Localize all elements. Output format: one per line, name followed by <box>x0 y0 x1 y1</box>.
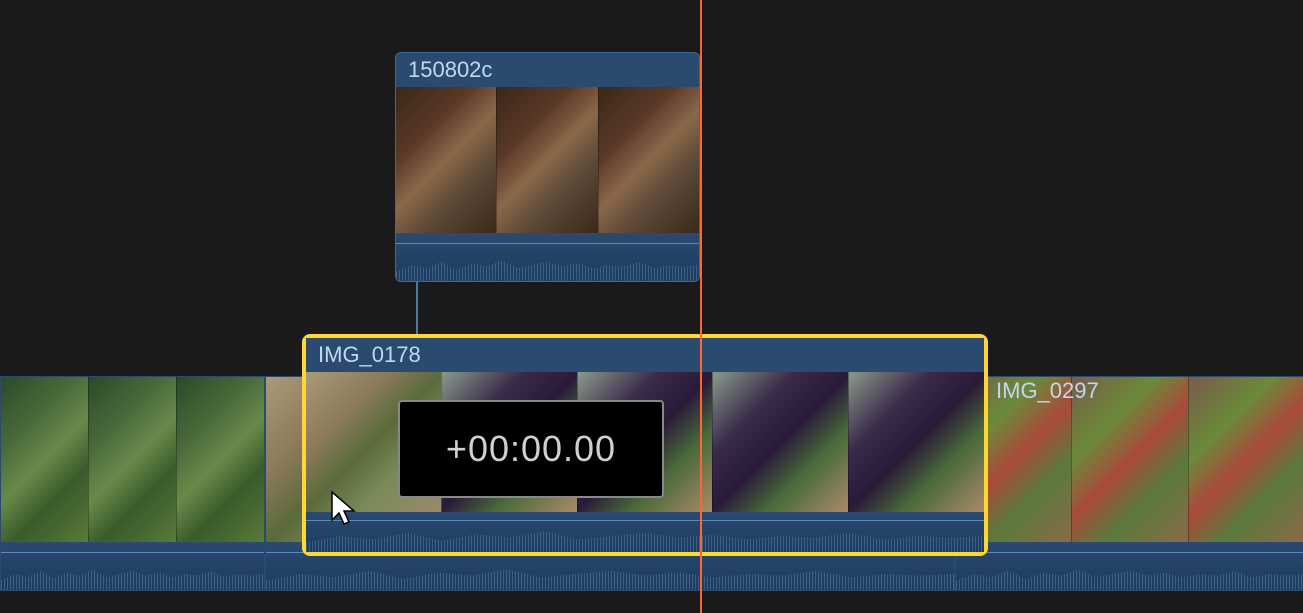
thumbnail <box>177 377 264 542</box>
thumbnail <box>396 87 497 233</box>
timecode-value: +00:00.00 <box>446 428 616 470</box>
audio-waveform[interactable] <box>306 512 984 552</box>
thumbnail <box>1 377 89 542</box>
thumbnail <box>1189 377 1303 542</box>
thumbnail <box>713 372 849 512</box>
connected-clip[interactable]: 150802c <box>395 52 700 282</box>
timeline[interactable]: 150802c <box>0 0 1303 613</box>
primary-clip-right[interactable] <box>955 376 1303 591</box>
clip-thumbnails <box>1 377 264 542</box>
clip-header: 150802c <box>396 53 699 87</box>
thumbnail <box>849 372 984 512</box>
audio-waveform[interactable] <box>956 542 1303 590</box>
thumbnail <box>497 87 598 233</box>
clip-label: IMG_0178 <box>318 342 421 368</box>
primary-clip-left[interactable] <box>0 376 265 591</box>
clip-label: IMG_0297 <box>996 378 1099 404</box>
thumbnail <box>599 87 699 233</box>
thumbnail <box>89 377 177 542</box>
audio-waveform[interactable] <box>1 542 264 590</box>
clip-label: 150802c <box>408 57 492 83</box>
audio-waveform[interactable] <box>396 233 699 281</box>
timecode-overlay: +00:00.00 <box>398 400 664 498</box>
clip-header: IMG_0178 <box>306 338 984 372</box>
clip-connection-line <box>416 282 418 342</box>
clip-thumbnails <box>396 87 699 233</box>
